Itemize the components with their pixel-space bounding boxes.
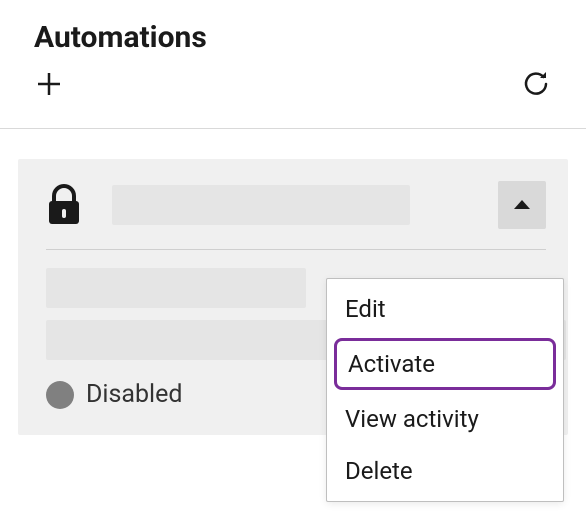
lock-icon xyxy=(46,184,82,226)
refresh-icon xyxy=(522,69,552,102)
add-button[interactable] xyxy=(36,71,62,100)
actions-dropdown-toggle[interactable] xyxy=(498,181,546,229)
chevron-up-icon xyxy=(513,198,531,213)
actions-dropdown-menu: Edit Activate View activity Delete xyxy=(326,278,564,502)
menu-item-delete[interactable]: Delete xyxy=(327,445,563,497)
plus-icon xyxy=(36,71,62,100)
automation-name-placeholder xyxy=(112,185,410,225)
refresh-button[interactable] xyxy=(522,69,552,102)
menu-item-edit[interactable]: Edit xyxy=(327,283,563,335)
status-label: Disabled xyxy=(86,380,182,409)
menu-item-view-activity[interactable]: View activity xyxy=(327,393,563,445)
page-title: Automations xyxy=(34,20,552,55)
toolbar xyxy=(0,69,586,128)
detail-placeholder xyxy=(46,268,306,308)
status-dot-icon xyxy=(46,381,74,409)
menu-item-activate[interactable]: Activate xyxy=(334,338,556,390)
